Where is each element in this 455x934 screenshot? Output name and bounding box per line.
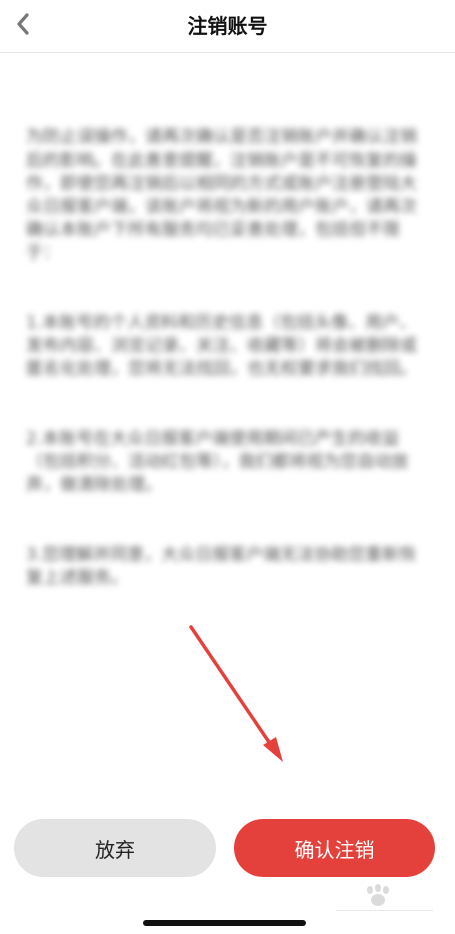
home-indicator: [143, 920, 306, 926]
confirm-deregister-button[interactable]: 确认注销: [234, 819, 435, 877]
cancel-button[interactable]: 放弃: [14, 819, 216, 877]
red-arrow-annotation-icon: [189, 625, 283, 762]
baidu-jingyan-logo-icon: [337, 884, 433, 911]
